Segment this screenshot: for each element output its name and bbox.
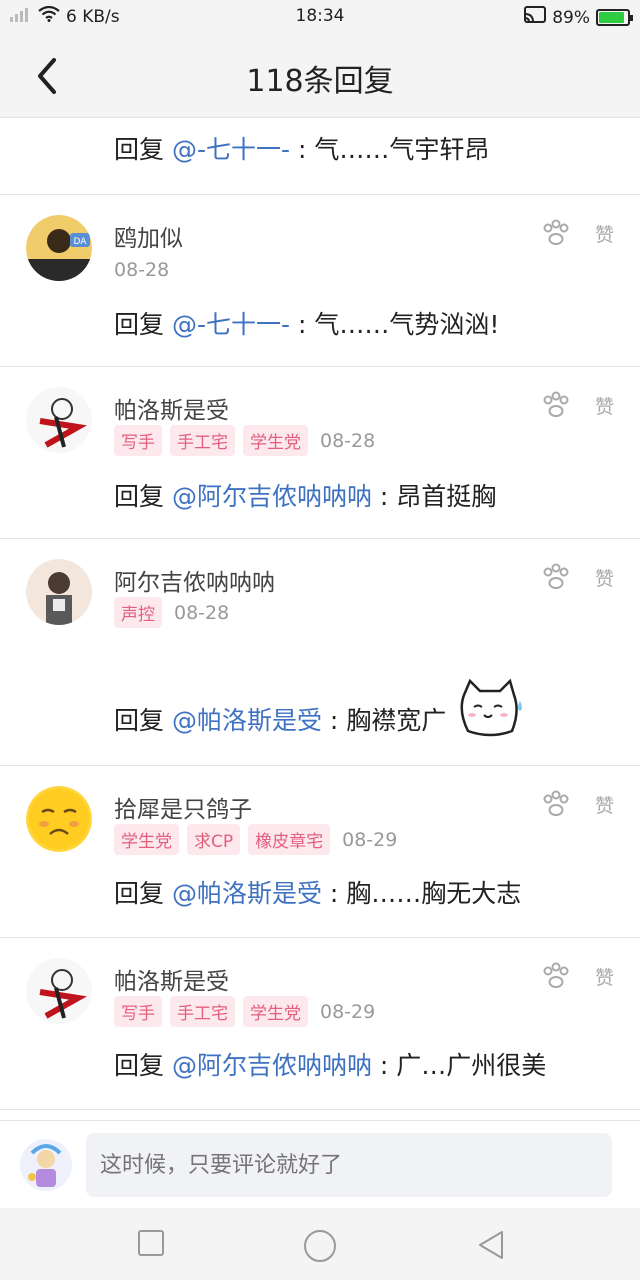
user-tag: 求CP: [187, 824, 241, 855]
user-tag: 写手: [114, 425, 162, 456]
cat-sticker: [454, 677, 530, 741]
user-tag: 手工宅: [170, 425, 235, 456]
username[interactable]: 阿尔吉侬呐呐呐: [114, 563, 275, 597]
avatar[interactable]: [26, 387, 92, 453]
comment-meta: 写手 手工宅 学生党 08-29: [114, 996, 375, 1027]
square-icon: [138, 1230, 164, 1256]
comment-meta: 08-28: [114, 259, 169, 281]
user-tag: 学生党: [243, 425, 308, 456]
system-nav-bar: [0, 1208, 640, 1280]
reply-text: 回复 @-七十一- : 气……气势汹汹!: [114, 310, 500, 339]
comment-item: 帕洛斯是受 写手 手工宅 学生党 08-28 赞 回复 @阿尔吉侬呐呐呐 : 昂…: [0, 367, 640, 539]
my-avatar[interactable]: [20, 1139, 72, 1191]
comment-item: 帕洛斯是受 写手 手工宅 学生党 08-29 赞 回复 @阿尔吉侬呐呐呐 : 广…: [0, 938, 640, 1110]
mention-link[interactable]: @帕洛斯是受: [172, 706, 322, 735]
triangle-back-icon: [479, 1231, 503, 1259]
comment-item: 阿尔吉侬呐呐呐 声控 08-28 赞 回复 @帕洛斯是受 : 胸襟宽广: [0, 539, 640, 766]
avatar[interactable]: [26, 786, 92, 852]
like-button[interactable]: 赞: [541, 219, 614, 247]
reply-text: 回复 @阿尔吉侬呐呐呐 : 广…广州很美: [114, 1051, 547, 1080]
mention-link[interactable]: @阿尔吉侬呐呐呐: [172, 1051, 372, 1080]
recent-apps-button[interactable]: [136, 1228, 166, 1262]
svg-text:DA: DA: [74, 237, 88, 247]
like-label: 赞: [594, 567, 614, 590]
comment-date: 08-28: [174, 601, 230, 624]
comment-item: DA 鸥加似 08-28 赞 回复 @-七十一- : 气……气势汹汹!: [0, 195, 640, 367]
mention-link[interactable]: @-七十一-: [172, 135, 290, 164]
username[interactable]: 鸥加似: [114, 219, 183, 253]
user-tag: 学生党: [114, 824, 179, 855]
comment-input[interactable]: [86, 1133, 612, 1197]
paw-icon: [543, 962, 569, 988]
comment-date: 08-28: [320, 429, 376, 452]
mention-link[interactable]: @帕洛斯是受: [172, 879, 322, 908]
comment-date: 08-29: [342, 828, 398, 851]
username[interactable]: 拾犀是只鸽子: [114, 790, 252, 824]
like-button[interactable]: 赞: [541, 563, 614, 591]
home-button[interactable]: [302, 1228, 338, 1268]
comment-date: 08-29: [320, 1000, 376, 1023]
like-label: 赞: [594, 966, 614, 989]
reply-text: 回复 @-七十一- : 气……气宇轩昂: [114, 135, 490, 164]
user-tag: 写手: [114, 996, 162, 1027]
user-tag: 橡皮章宅: [248, 824, 331, 855]
paw-icon: [543, 219, 569, 245]
username[interactable]: 帕洛斯是受: [114, 391, 229, 425]
nav-bar: 118条回复: [0, 34, 640, 118]
like-label: 赞: [594, 223, 614, 246]
like-button[interactable]: 赞: [541, 391, 614, 419]
mention-link[interactable]: @阿尔吉侬呐呐呐: [172, 482, 372, 511]
paw-icon: [543, 563, 569, 589]
user-tag: 手工宅: [170, 996, 235, 1027]
reply-text: 回复 @阿尔吉侬呐呐呐 : 昂首挺胸: [114, 482, 497, 511]
comment-meta: 声控 08-28: [114, 597, 229, 628]
like-button[interactable]: 赞: [541, 962, 614, 990]
status-bar: 6 KB/s 18:34 89%: [0, 0, 640, 34]
mention-link[interactable]: @-七十一-: [172, 310, 290, 339]
cast-icon: [524, 6, 547, 29]
comment-item: 拾犀是只鸽子 学生党 求CP 橡皮章宅 08-29 赞 回复 @帕洛斯是受 : …: [0, 766, 640, 938]
battery-percent: 89%: [552, 7, 590, 28]
circle-icon: [304, 1230, 336, 1262]
avatar[interactable]: [26, 958, 92, 1024]
user-tag: 学生党: [243, 996, 308, 1027]
reply-text: 回复 @帕洛斯是受 : 胸……胸无大志: [114, 879, 522, 908]
comment-bar: [0, 1120, 640, 1208]
comment-list[interactable]: 回复 @-七十一- : 气……气宇轩昂 DA 鸥加似 08-28 赞 回复 @-…: [0, 118, 640, 1120]
paw-icon: [543, 391, 569, 417]
like-label: 赞: [594, 794, 614, 817]
comment-item: 回复 @-七十一- : 气……气宇轩昂: [0, 118, 640, 195]
paw-icon: [543, 790, 569, 816]
comment-date: 08-28: [114, 259, 170, 281]
comment-meta: 学生党 求CP 橡皮章宅 08-29: [114, 824, 397, 855]
comment-meta: 写手 手工宅 学生党 08-28: [114, 425, 375, 456]
like-label: 赞: [594, 395, 614, 418]
battery-icon: [596, 9, 633, 26]
user-tag: 声控: [114, 597, 162, 628]
reply-text: 回复 @帕洛斯是受 : 胸襟宽广: [114, 706, 447, 735]
like-button[interactable]: 赞: [541, 790, 614, 818]
page-title: 118条回复: [246, 64, 394, 99]
system-back-button[interactable]: [474, 1228, 508, 1266]
avatar[interactable]: DA: [26, 215, 92, 281]
avatar[interactable]: [26, 559, 92, 625]
username[interactable]: 帕洛斯是受: [114, 962, 229, 996]
